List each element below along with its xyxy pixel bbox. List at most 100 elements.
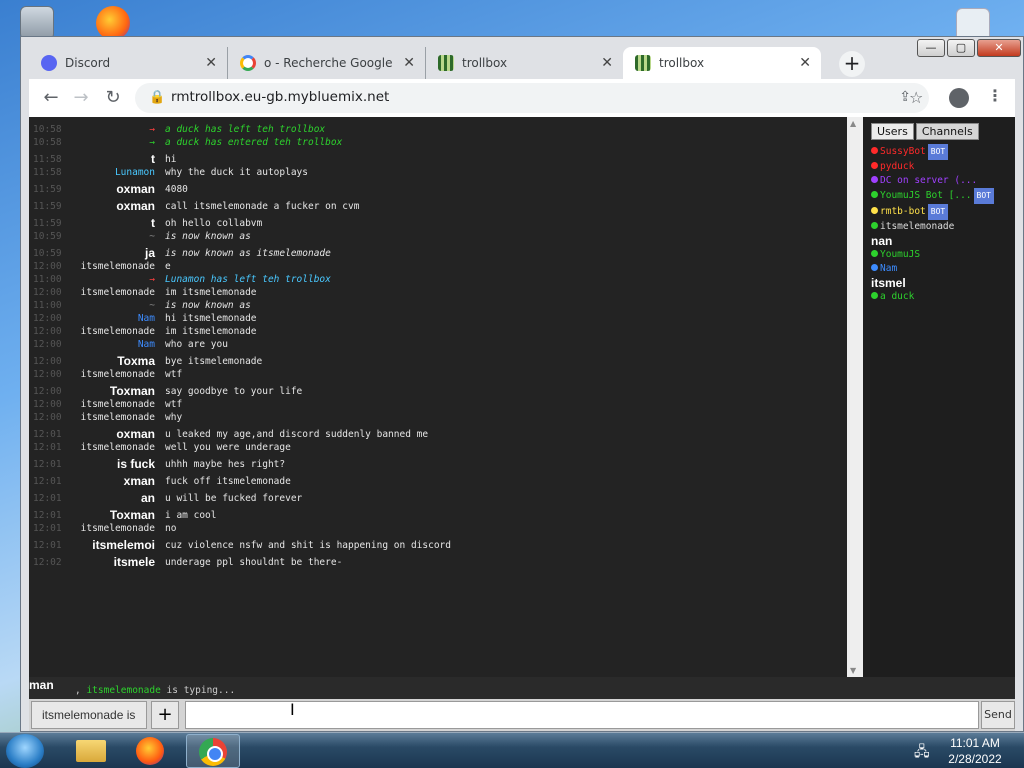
user-list-item[interactable]: rmtb-bot BOT [871,204,1011,220]
discord-icon [41,55,57,71]
tab-close-icon[interactable]: ✕ [799,47,811,79]
network-icon[interactable]: 🖧 [914,741,930,765]
user-list-item[interactable]: itsmelemonade [871,220,1011,234]
bot-badge: BOT [973,188,994,204]
reload-icon[interactable]: ↻ [101,86,125,110]
message-author[interactable]: oxman [116,428,155,441]
message-time: 10:59 [33,248,62,259]
user-name: a duck [880,291,915,302]
message-author[interactable]: Nam [138,338,155,351]
back-arrow-icon[interactable]: ← [39,86,63,110]
message-author[interactable]: Toxma [117,355,155,368]
message-author[interactable]: itsmelemonade [81,411,155,424]
tab-google-search[interactable]: o - Recherche Google ✕ [227,47,425,79]
recycle-bin-icon[interactable] [20,6,54,40]
message-author[interactable]: ~ [149,230,155,243]
user-list-item[interactable]: nan [871,234,1011,248]
message-author[interactable]: ja [145,247,155,260]
message-text: say goodbye to your life [165,386,303,397]
user-list-item[interactable]: Nam [871,262,1011,276]
message-author[interactable]: Lunamon [115,166,155,179]
kebab-menu-icon[interactable]: ⋮ [987,86,1003,105]
message-text: who are you [165,339,228,350]
message-author[interactable]: → [149,136,155,149]
bookmark-star-icon[interactable]: ☆ [909,88,923,107]
message-author[interactable]: itsmele [114,556,155,569]
message-author[interactable]: oxman [116,183,155,196]
tab-close-icon[interactable]: ✕ [205,47,217,79]
tab-close-icon[interactable]: ✕ [601,47,613,79]
close-window-button[interactable]: ✕ [977,39,1021,57]
message-author[interactable]: itsmelemonade [81,260,155,273]
message-text: why the duck it autoplays [165,167,308,178]
address-bar[interactable]: 🔒 rmtrollbox.eu-gb.mybluemix.net ⇪ [135,83,929,113]
clock-time: 11:01 AM [950,736,1000,750]
user-list-item[interactable]: SussyBot BOT [871,144,1011,160]
scroll-up-icon[interactable]: ▲ [850,119,856,128]
message-time: 12:01 [33,476,62,487]
trollbox-icon [438,55,454,71]
message-author[interactable]: itsmelemonade [81,286,155,299]
chat-message: 12:01 is fuck uhhh maybe hes right? [29,458,847,471]
chat-message: 11:00 → Lunamon has left teh trollbox [29,273,847,286]
chat-message: 10:58 → a duck has entered teh trollbox [29,136,847,149]
message-author[interactable]: itsmelemoi [92,539,155,552]
message-author[interactable]: an [141,492,155,505]
firefox-desktop-icon[interactable] [96,6,130,40]
message-time: 12:00 [33,287,62,298]
message-author[interactable]: → [149,123,155,136]
user-list-item[interactable]: itsmel [871,276,1011,290]
message-time: 12:01 [33,523,62,534]
new-tab-button[interactable]: + [839,51,865,77]
user-list-item[interactable]: YoumuJS Bot [... BOT [871,188,1011,204]
status-dot-icon [871,264,878,271]
scroll-down-icon[interactable]: ▼ [850,666,856,675]
explorer-taskbar-button[interactable] [64,734,118,768]
url-text[interactable]: rmtrollbox.eu-gb.mybluemix.net [171,89,389,105]
chat-scrollbar[interactable]: ▲ ▼ [847,117,863,677]
tab-trollbox[interactable]: trollbox ✕ [425,47,623,79]
message-author[interactable]: t [151,153,155,166]
message-author[interactable]: t [151,217,155,230]
message-author[interactable]: oxman [116,200,155,213]
tab-channels[interactable]: Channels [915,123,979,140]
user-name: rmtb-bot [880,206,926,217]
message-author[interactable]: itsmelemonade [81,398,155,411]
firefox-taskbar-button[interactable] [124,734,178,768]
message-author[interactable]: is fuck [117,458,155,471]
message-author[interactable]: Toxman [110,385,155,398]
profile-avatar-icon[interactable] [949,88,969,108]
message-author[interactable]: → [149,273,155,286]
message-author[interactable]: Toxman [110,509,155,522]
chrome-taskbar-button[interactable] [186,734,240,768]
status-dot-icon [871,162,878,169]
message-input[interactable] [185,701,979,729]
tab-users[interactable]: Users [871,123,914,140]
attach-plus-button[interactable]: + [151,701,179,729]
message-author[interactable]: Nam [138,312,155,325]
user-list-item[interactable]: DC on server (... [871,174,1011,188]
chat-message: 11:58 Lunamon why the duck it autoplays [29,166,847,179]
tab-trollbox-active[interactable]: trollbox ✕ [623,47,821,79]
message-author[interactable]: ~ [149,299,155,312]
nickname-field[interactable]: itsmelemonade is [31,701,147,729]
message-author[interactable]: itsmelemonade [81,441,155,454]
message-time: 11:58 [33,154,62,165]
tab-discord[interactable]: Discord ✕ [29,47,227,79]
message-author[interactable]: xman [124,475,155,488]
clock[interactable]: 11:01 AM 2/28/2022 [940,735,1010,767]
chat-message: 11:58 t hi [29,153,847,166]
tab-close-icon[interactable]: ✕ [403,47,415,79]
start-button[interactable] [6,734,44,768]
message-time: 10:59 [33,231,62,242]
message-author[interactable]: itsmelemonade [81,325,155,338]
chat-message: 12:00 itsmelemonade why [29,411,847,424]
user-list-item[interactable]: pyduck [871,160,1011,174]
message-author[interactable]: itsmelemonade [81,368,155,381]
message-author[interactable]: itsmelemonade [81,522,155,535]
send-button[interactable]: Send [981,701,1015,729]
lock-icon[interactable]: 🔒 [149,90,165,105]
user-list-item[interactable]: YoumuJS [871,248,1011,262]
forward-arrow-icon[interactable]: → [69,86,93,110]
user-list-item[interactable]: a duck [871,290,1011,304]
